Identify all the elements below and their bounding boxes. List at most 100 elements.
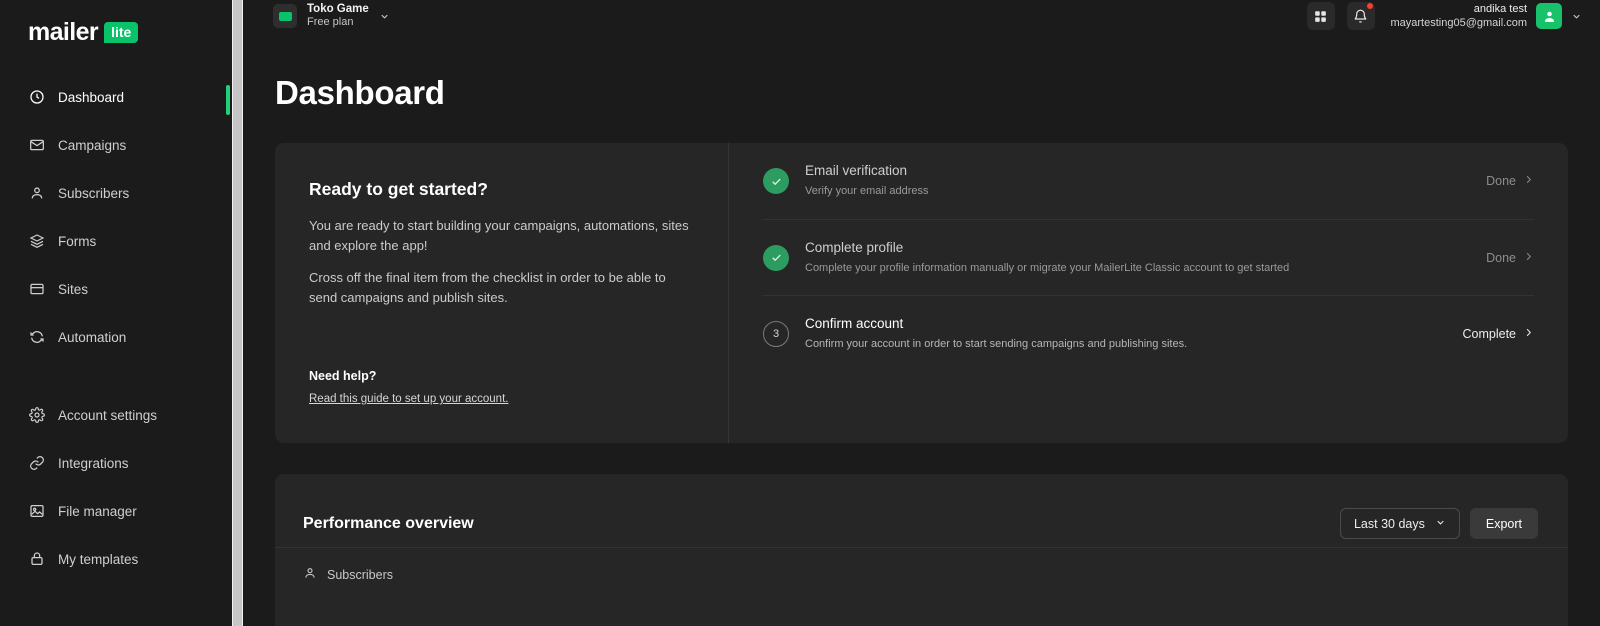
date-range-label: Last 30 days bbox=[1353, 516, 1425, 531]
sidebar-nav: Dashboard Campaigns Subscribers Forms Si… bbox=[0, 82, 226, 574]
checklist-item-status-label: Done bbox=[1486, 174, 1516, 188]
notification-badge bbox=[1366, 3, 1373, 9]
person-avatar-icon bbox=[1536, 3, 1562, 29]
image-icon bbox=[28, 503, 45, 520]
sidebar-item-label: Campaigns bbox=[58, 137, 127, 153]
performance-overview-tools: Last 30 days Export bbox=[1339, 508, 1538, 539]
main-content: Toko Game Free plan andika test mayartes… bbox=[243, 0, 1600, 626]
sidebar-item-dashboard[interactable]: Dashboard bbox=[0, 82, 226, 112]
envelope-icon bbox=[28, 137, 45, 154]
mailerlite-app: mailer lite Dashboard Campaigns Subscrib… bbox=[0, 0, 1600, 626]
performance-overview-title: Performance overview bbox=[303, 514, 474, 532]
layers-icon bbox=[28, 233, 45, 250]
sidebar-item-label: Subscribers bbox=[58, 185, 130, 201]
checklist-item-texts: Complete profile Complete your profile i… bbox=[805, 239, 1470, 276]
person-icon bbox=[28, 185, 45, 202]
performance-overview-card: Performance overview Last 30 days Export bbox=[275, 474, 1568, 626]
sidebar-item-label: My templates bbox=[58, 551, 139, 567]
check-icon bbox=[763, 244, 789, 271]
checklist-item-status[interactable]: Done bbox=[1486, 174, 1534, 188]
get-started-paragraph-2: Cross off the final item from the checkl… bbox=[309, 270, 666, 306]
page-title: Dashboard bbox=[275, 74, 445, 111]
checklist-item-texts: Confirm account Confirm your account in … bbox=[805, 315, 1447, 352]
checklist-item-complete-profile[interactable]: Complete profile Complete your profile i… bbox=[763, 219, 1534, 295]
checklist-item-status-label: Complete bbox=[1462, 326, 1517, 341]
clock-icon bbox=[28, 89, 45, 106]
account-meta: Toko Game Free plan bbox=[307, 2, 369, 30]
get-started-intro: Ready to get started? You are ready to s… bbox=[275, 143, 728, 443]
sidebar-active-indicator bbox=[226, 85, 230, 115]
logo[interactable]: mailer lite bbox=[0, 0, 226, 62]
get-started-card: Ready to get started? You are ready to s… bbox=[275, 143, 1568, 443]
checklist-item-subtitle: Verify your email address bbox=[805, 185, 929, 198]
checklist-item-title: Complete profile bbox=[805, 239, 904, 255]
chevron-down-icon bbox=[1571, 11, 1582, 22]
sidebar-item-campaigns[interactable]: Campaigns bbox=[0, 130, 226, 160]
account-logo-icon bbox=[273, 4, 297, 28]
sidebar-item-forms[interactable]: Forms bbox=[0, 226, 226, 256]
sidebar-item-label: Account settings bbox=[58, 407, 158, 423]
sidebar-item-account-settings[interactable]: Account settings bbox=[0, 400, 226, 430]
sidebar-item-label: Integrations bbox=[58, 455, 129, 471]
chevron-down-icon bbox=[379, 11, 390, 22]
checklist-item-subtitle: Complete your profile information manual… bbox=[805, 261, 1290, 274]
need-help-heading: Need help? bbox=[309, 369, 377, 383]
scrollbar-edge-left bbox=[232, 0, 233, 626]
top-bar-actions: andika test mayartesting05@gmail.com bbox=[1306, 2, 1583, 31]
account-switcher[interactable]: Toko Game Free plan bbox=[273, 2, 390, 30]
checklist-item-status[interactable]: Complete bbox=[1463, 327, 1535, 341]
gear-icon bbox=[28, 407, 45, 424]
sidebar-item-sites[interactable]: Sites bbox=[0, 274, 226, 304]
checklist-item-email-verification[interactable]: Email verification Verify your email add… bbox=[763, 143, 1534, 219]
sidebar-item-my-templates[interactable]: My templates bbox=[0, 544, 226, 574]
person-icon bbox=[303, 566, 317, 583]
user-menu[interactable]: andika test mayartesting05@gmail.com bbox=[1391, 2, 1583, 31]
get-started-heading: Ready to get started? bbox=[309, 179, 488, 199]
sidebar-item-label: Forms bbox=[58, 233, 97, 249]
sidebar-group-divider bbox=[0, 370, 226, 400]
chevron-right-icon bbox=[1523, 251, 1534, 265]
user-name: andika test bbox=[1473, 2, 1527, 15]
sidebar: mailer lite Dashboard Campaigns Subscrib… bbox=[0, 0, 226, 626]
user-meta: andika test mayartesting05@gmail.com bbox=[1391, 2, 1528, 31]
checklist-item-title: Confirm account bbox=[805, 315, 904, 331]
performance-overview-body: Subscribers bbox=[275, 547, 1568, 583]
export-button[interactable]: Export bbox=[1469, 508, 1538, 539]
sidebar-item-file-manager[interactable]: File manager bbox=[0, 496, 226, 526]
onboarding-checklist: Email verification Verify your email add… bbox=[728, 143, 1568, 443]
checklist-item-subtitle: Confirm your account in order to start s… bbox=[805, 337, 1188, 350]
sidebar-item-automation[interactable]: Automation bbox=[0, 322, 226, 352]
window-icon bbox=[28, 281, 45, 298]
lock-icon bbox=[28, 551, 45, 568]
sidebar-item-label: File manager bbox=[58, 503, 137, 519]
performance-overview-header: Performance overview Last 30 days Export bbox=[275, 474, 1568, 547]
sidebar-item-label: Dashboard bbox=[58, 89, 125, 105]
metric-tab-subscribers[interactable]: Subscribers bbox=[303, 566, 1540, 583]
refresh-icon bbox=[28, 329, 45, 346]
step-number-badge: 3 bbox=[763, 320, 789, 347]
account-plan: Free plan bbox=[307, 16, 354, 29]
logo-badge: lite bbox=[104, 21, 139, 44]
checklist-item-status[interactable]: Done bbox=[1486, 251, 1534, 265]
checklist-item-confirm-account[interactable]: 3 Confirm account Confirm your account i… bbox=[763, 295, 1534, 371]
check-icon bbox=[763, 168, 789, 194]
link-icon bbox=[28, 455, 45, 472]
chevron-down-icon bbox=[1435, 517, 1446, 531]
chevron-right-icon bbox=[1523, 174, 1534, 188]
date-range-select[interactable]: Last 30 days bbox=[1339, 508, 1460, 539]
setup-guide-link[interactable]: Read this guide to set up your account. bbox=[309, 393, 508, 405]
checklist-item-title: Email verification bbox=[805, 163, 908, 179]
sidebar-item-integrations[interactable]: Integrations bbox=[0, 448, 226, 478]
chevron-right-icon bbox=[1523, 327, 1534, 341]
grid-apps-icon[interactable] bbox=[1306, 2, 1335, 30]
sidebar-item-subscribers[interactable]: Subscribers bbox=[0, 178, 226, 208]
sidebar-item-label: Sites bbox=[58, 281, 89, 297]
checklist-item-texts: Email verification Verify your email add… bbox=[805, 162, 1470, 199]
need-help-block: Need help? Read this guide to set up you… bbox=[309, 369, 508, 407]
logo-text: mailer bbox=[28, 18, 99, 46]
get-started-paragraph-1: You are ready to start building your cam… bbox=[309, 218, 689, 254]
bell-icon[interactable] bbox=[1346, 2, 1375, 30]
checklist-item-status-label: Done bbox=[1486, 250, 1516, 265]
top-bar: Toko Game Free plan andika test mayartes… bbox=[243, 0, 1600, 32]
page-scrollbar[interactable] bbox=[232, 0, 243, 626]
